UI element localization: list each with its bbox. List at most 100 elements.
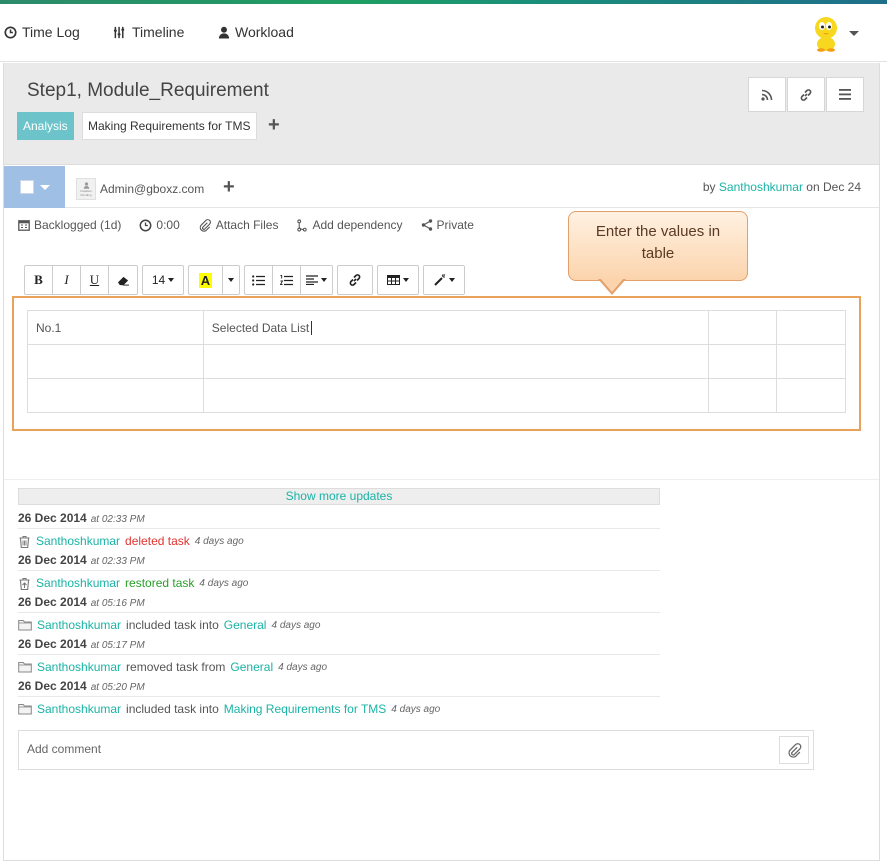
- activity-target-link[interactable]: General: [230, 660, 273, 674]
- activity-date-text: 26 Dec 2014: [18, 637, 87, 651]
- user-icon: [218, 26, 230, 39]
- attach-files-meta[interactable]: Attach Files: [198, 218, 279, 232]
- activity-user[interactable]: Santhoshkumar: [37, 618, 121, 632]
- list-tag[interactable]: Making Requirements for TMS: [82, 112, 257, 140]
- insert-table-dropdown[interactable]: [378, 266, 418, 294]
- table-cell[interactable]: [708, 378, 778, 413]
- activity-item: 26 Dec 2014 at 05:20 PM Santhoshkumar inc…: [18, 679, 660, 721]
- table-cell[interactable]: [27, 378, 204, 413]
- add-assignee-button[interactable]: +: [223, 177, 235, 197]
- callout-line-1: Enter the values in: [595, 223, 721, 240]
- underline-button[interactable]: U: [81, 266, 109, 294]
- pending-label-pending: Pending: [80, 192, 92, 197]
- table-cell[interactable]: [776, 378, 846, 413]
- style-dropdown[interactable]: [424, 266, 464, 294]
- color-group: A: [188, 265, 240, 295]
- bold-button[interactable]: B: [25, 266, 53, 294]
- table-cell[interactable]: [776, 310, 846, 345]
- align-dropdown[interactable]: [301, 266, 332, 294]
- hamburger-icon: [839, 89, 851, 100]
- table-cell[interactable]: [776, 344, 846, 379]
- share-icon: [421, 219, 432, 231]
- attach-comment-button[interactable]: [779, 736, 809, 764]
- user-menu[interactable]: [809, 14, 859, 52]
- table-cell[interactable]: [27, 344, 204, 379]
- activity-action: included task into: [126, 702, 219, 716]
- table-cell[interactable]: No.1: [27, 310, 204, 345]
- font-size-dropdown[interactable]: 14: [143, 266, 183, 294]
- italic-button[interactable]: I: [53, 266, 81, 294]
- activity-line: Santhoshkumar restored task 4 days ago: [18, 571, 660, 595]
- activity-date-text: 26 Dec 2014: [18, 595, 87, 609]
- assignee[interactable]: Invitation Pending Admin@gboxz.com: [76, 178, 204, 200]
- stage-tag[interactable]: Analysis: [17, 112, 74, 140]
- table-cell[interactable]: [202, 378, 710, 413]
- add-dependency-meta[interactable]: Add dependency: [296, 218, 403, 232]
- font-size-value: 14: [151, 273, 166, 287]
- activity-user[interactable]: Santhoshkumar: [36, 534, 120, 548]
- clear-format-button[interactable]: [109, 266, 137, 294]
- status-meta[interactable]: Backlogged (1d): [18, 218, 121, 232]
- add-tag-button[interactable]: +: [268, 115, 280, 135]
- table-cell[interactable]: [202, 344, 710, 379]
- table-row: [27, 378, 846, 413]
- activity-item: 26 Dec 2014 at 02:33 PM Santhoshkumar res…: [18, 553, 660, 595]
- pending-avatar: Invitation Pending: [76, 178, 96, 200]
- activity-user[interactable]: Santhoshkumar: [36, 576, 120, 590]
- text-color-dropdown[interactable]: [223, 266, 239, 294]
- chevron-down-icon: [39, 184, 50, 190]
- clock-icon: [4, 25, 17, 39]
- status-checkbox[interactable]: [19, 180, 34, 194]
- activity-date-text: 26 Dec 2014: [18, 679, 87, 693]
- created-by: by Santhoshkumar on Dec 24: [703, 180, 861, 194]
- list-group: [244, 265, 333, 295]
- bullet-list-button[interactable]: [245, 266, 273, 294]
- activity-item: 26 Dec 2014 at 05:17 PM Santhoshkumar rem…: [18, 637, 660, 679]
- annotation-callout: Enter the values in table: [568, 211, 748, 281]
- privacy-meta[interactable]: Private: [421, 218, 474, 232]
- link-button[interactable]: [787, 77, 825, 112]
- description-table[interactable]: No.1 Selected Data List: [27, 310, 846, 413]
- nav-timeline[interactable]: Timeline: [113, 24, 184, 40]
- status-dropdown[interactable]: [4, 166, 65, 208]
- activity-list: 26 Dec 2014 at 02:33 PM Santhoshkumar del…: [18, 511, 660, 721]
- table-cell[interactable]: [708, 344, 778, 379]
- activity-date: 26 Dec 2014 at 02:33 PM: [18, 553, 660, 571]
- chevron-down-icon: [403, 278, 409, 282]
- folder-icon: [18, 704, 32, 715]
- nav-workload[interactable]: Workload: [218, 24, 294, 40]
- activity-ago: 4 days ago: [194, 535, 244, 547]
- activity-line: Santhoshkumar included task into Making …: [18, 697, 660, 721]
- time-meta[interactable]: 0:00: [139, 218, 180, 232]
- activity-target-link[interactable]: Making Requirements for TMS: [224, 702, 387, 716]
- text-color-button[interactable]: A: [189, 266, 223, 294]
- activity-date: 26 Dec 2014 at 02:33 PM: [18, 511, 660, 529]
- nav-workload-label: Workload: [235, 24, 294, 40]
- chevron-down-icon: [849, 30, 859, 36]
- activity-user[interactable]: Santhoshkumar: [37, 660, 121, 674]
- table-cell[interactable]: [708, 310, 778, 345]
- menu-button[interactable]: [826, 77, 864, 112]
- numbered-list-button[interactable]: [273, 266, 301, 294]
- activity-line: Santhoshkumar included task into General…: [18, 613, 660, 637]
- assignee-email: Admin@gboxz.com: [100, 182, 205, 196]
- link-icon: [349, 274, 361, 286]
- activity-date: 26 Dec 2014 at 05:16 PM: [18, 595, 660, 613]
- activity-target-link[interactable]: General: [224, 618, 267, 632]
- activity-user[interactable]: Santhoshkumar: [37, 702, 121, 716]
- insert-link-button[interactable]: [338, 266, 372, 294]
- rss-button[interactable]: [748, 77, 786, 112]
- task-header: Step1, Module_Requirement Analysis Makin…: [4, 63, 879, 165]
- table-cell[interactable]: Selected Data List: [202, 310, 710, 345]
- comment-input[interactable]: [27, 742, 767, 756]
- activity-ago: 4 days ago: [278, 661, 328, 673]
- task-title[interactable]: Step1, Module_Requirement: [27, 80, 269, 102]
- nav-time-log[interactable]: Time Log: [4, 24, 80, 40]
- activity-date-text: 26 Dec 2014: [18, 511, 87, 525]
- activity-time: at 02:33 PM: [90, 556, 145, 567]
- attach-files-label: Attach Files: [215, 218, 279, 232]
- activity-item: 26 Dec 2014 at 05:16 PM Santhoshkumar inc…: [18, 595, 660, 637]
- show-more-updates-button[interactable]: Show more updates: [18, 488, 660, 505]
- creator-link[interactable]: Santhoshkumar: [719, 180, 803, 194]
- activity-divider: [4, 479, 879, 480]
